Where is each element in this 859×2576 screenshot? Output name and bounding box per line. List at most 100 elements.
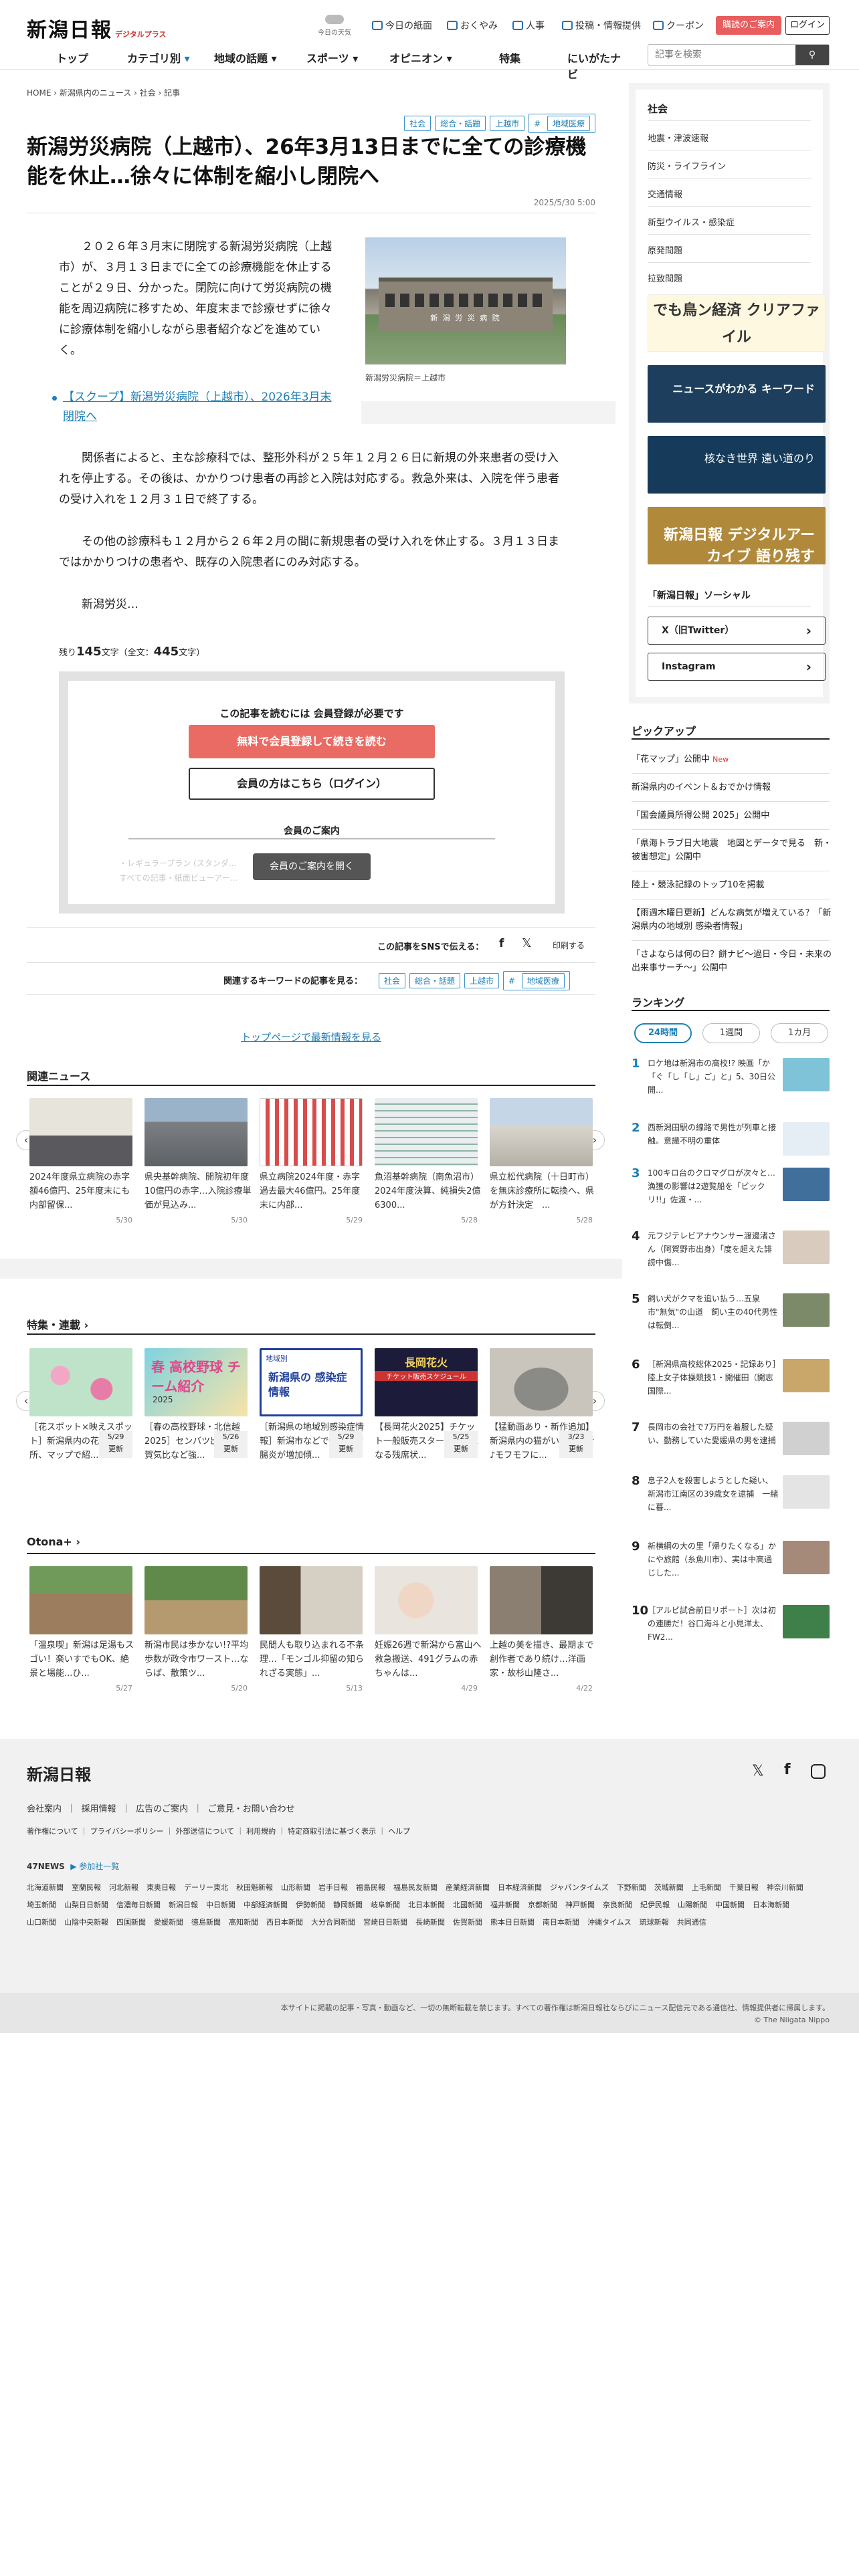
member-paper-link[interactable]: 福島民報 (356, 1879, 385, 1897)
member-paper-link[interactable]: 下野新聞 (617, 1879, 646, 1897)
footer-link[interactable]: 特定商取引法に基づく表示 (288, 1827, 376, 1836)
login-button[interactable]: ログイン (785, 16, 830, 35)
x-twitter-button[interactable]: X（旧Twitter） (648, 617, 826, 645)
tag-medical[interactable]: # 地域医療 (503, 971, 570, 990)
member-paper-link[interactable]: 福島民友新聞 (393, 1879, 438, 1897)
member-paper-link[interactable]: 紀伊民報 (640, 1897, 670, 1914)
tag-joetsu[interactable]: 上越市 (490, 116, 525, 131)
footer-link[interactable]: ヘルプ (388, 1827, 410, 1836)
print-button[interactable]: 印刷する (553, 940, 585, 951)
member-paper-link[interactable]: 高知新聞 (229, 1914, 258, 1931)
member-paper-link[interactable]: 佐賀新聞 (453, 1914, 482, 1931)
banner-keyword[interactable]: ニュースがわかる キーワード (648, 365, 826, 423)
scoop-link[interactable]: 【スクープ】新潟労災病院（上越市）、2026年3月末閉院へ (52, 388, 337, 427)
site-logo[interactable]: 新潟日報 デジタルプラス (27, 13, 167, 43)
nav-sports[interactable]: スポーツ ▾ (306, 49, 358, 66)
sidebar-item-abduction[interactable]: 拉致問題 (648, 272, 682, 284)
member-paper-link[interactable]: 岩手日報 (318, 1879, 348, 1897)
util-obituary[interactable]: おくやみ (447, 19, 498, 32)
features-title[interactable]: 特集・連載 › (27, 1316, 88, 1332)
pickup-item[interactable]: 「県海トラブ日大地震 地図とデータで見る 新・被害想定」公開中 (632, 837, 832, 864)
feature-card[interactable]: 長岡花火 チケット販売スケジュール 【長岡花火2025】チケット一般販売スタート！気… (375, 1348, 482, 1463)
member-paper-link[interactable]: 茨城新聞 (654, 1879, 684, 1897)
member-paper-link[interactable]: 四国新聞 (116, 1914, 146, 1931)
member-paper-link[interactable]: 京都新聞 (528, 1897, 557, 1914)
related-card[interactable]: 県立病院2024年度・赤字過去最大46億円。25年度末に内部... 5/29 (260, 1098, 367, 1224)
ranking-item[interactable]: 6 ［新潟県高校総体2025・記録あり］陸上女子体操競技1・開催田（開志国際... (632, 1358, 832, 1411)
otona-card[interactable]: 新潟市民は歩かない!?平均歩数が政令市ワースト…ならば、散策ツ... 5/20 (145, 1566, 252, 1693)
feature-card[interactable]: 地域別 新潟県の 感染症情報 ［新潟県の地域別感染症情報］新潟市などで感染性胃腸炎が… (260, 1348, 367, 1463)
banner-clearfile[interactable]: でも鳥ン経済 クリアファイル (648, 294, 826, 352)
nav-opinion[interactable]: オピニオン ▾ (389, 49, 452, 66)
footer-link[interactable]: 外部送信について (175, 1827, 234, 1836)
related-card[interactable]: 県央基幹病院、開院初年度10億円の赤字…入院診療単価が見込み... 5/30 (145, 1098, 252, 1224)
member-paper-link[interactable]: 琉球新報 (640, 1914, 669, 1931)
member-paper-link[interactable]: 神奈川新聞 (767, 1879, 803, 1897)
members-link[interactable]: ▶ 参加社一覧 (70, 1862, 119, 1871)
pickup-item[interactable]: 「国会議員所得公開 2025」公開中 (632, 809, 832, 823)
member-paper-link[interactable]: ジャパンタイムズ (550, 1879, 609, 1897)
member-paper-link[interactable]: 千葉日報 (729, 1879, 759, 1897)
ranking-item[interactable]: 9 新横綱の大の里「帰りたくなる」かにや旅館（糸魚川市）、実は中高通じした... (632, 1539, 832, 1593)
sidebar-item-virus[interactable]: 新型ウイルス・感染症 (648, 215, 735, 228)
member-paper-link[interactable]: 神戸新聞 (565, 1897, 595, 1914)
tab-24h[interactable]: 24時間 (634, 1023, 692, 1043)
member-paper-link[interactable]: 信濃毎日新聞 (116, 1897, 161, 1914)
util-personnel[interactable]: 人事 (512, 19, 545, 32)
member-paper-link[interactable]: 伊勢新聞 (296, 1897, 325, 1914)
ranking-item[interactable]: 3 100キロ台のクロマグロが次々と…漁獲の影響は2遊覧船を「ビックリ!!」佐渡・… (632, 1166, 832, 1220)
member-paper-link[interactable]: 埼玉新聞 (27, 1897, 56, 1914)
tag-medical[interactable]: # 地域医療 (529, 114, 595, 133)
member-paper-link[interactable]: 秋田魁新報 (236, 1879, 273, 1897)
footer-link[interactable]: プライバシーポリシー (90, 1827, 164, 1836)
tag-society[interactable]: 社会 (404, 116, 432, 131)
breadcrumb-home[interactable]: HOME (27, 88, 51, 98)
ranking-item[interactable]: 7 長岡市の会社で7万円を着服した疑い、勤務していた愛媛県の男を逮捕 (632, 1420, 832, 1474)
free-register-button[interactable]: 無料で会員登録して続きを読む (189, 725, 435, 758)
util-paper[interactable]: 今日の紙面 (372, 19, 432, 32)
facebook-icon[interactable]: f (784, 1761, 791, 1778)
weather-widget[interactable]: 今日の天気 (314, 15, 355, 37)
instagram-button[interactable]: Instagram (648, 653, 826, 681)
sidebar-item-disaster[interactable]: 防災・ライフライン (648, 159, 726, 172)
member-paper-link[interactable]: 大分合同新聞 (311, 1914, 355, 1931)
instagram-icon[interactable] (811, 1764, 826, 1779)
nav-top[interactable]: トップ (56, 49, 88, 66)
member-paper-link[interactable]: 長崎新聞 (415, 1914, 445, 1931)
footer-link[interactable]: 会社案内 (27, 1804, 62, 1814)
member-paper-link[interactable]: 静岡新聞 (333, 1897, 363, 1914)
member-paper-link[interactable]: デーリー東北 (184, 1879, 228, 1897)
member-paper-link[interactable]: 北日本新聞 (408, 1897, 445, 1914)
sidebar-item-nuclear[interactable]: 原発問題 (648, 243, 682, 256)
member-paper-link[interactable]: 産業経済新聞 (446, 1879, 490, 1897)
member-paper-link[interactable]: 愛媛新聞 (154, 1914, 183, 1931)
breadcrumb-society[interactable]: 社会 (140, 88, 156, 98)
member-paper-link[interactable]: 北國新聞 (453, 1897, 482, 1914)
pickup-item[interactable]: 【雨週木曜日更新】どんな病気が増えている？「新潟県内の地域別 感染者情報」 (632, 907, 832, 934)
otona-title[interactable]: Otona+ › (27, 1535, 80, 1548)
feature-card[interactable]: ［花スポット×映えスポット］新潟県内の花畑や名所、マップで紹... 5/29 更新 (29, 1348, 136, 1463)
tab-1week[interactable]: 1週間 (702, 1023, 760, 1043)
banner-archive[interactable]: 新潟日報 デジタルアーカイブ 語り残す (648, 507, 826, 565)
member-paper-link[interactable]: 西日本新聞 (266, 1914, 303, 1931)
member-paper-link[interactable]: 奈良新聞 (603, 1897, 632, 1914)
member-paper-link[interactable]: 山梨日日新聞 (64, 1897, 108, 1914)
member-paper-link[interactable]: 共同通信 (677, 1914, 706, 1931)
member-paper-link[interactable]: 福井新聞 (490, 1897, 520, 1914)
subscribe-button[interactable]: 購読のご案内 (716, 16, 781, 35)
related-card[interactable]: 魚沼基幹病院（南魚沼市）2024年度決算、純損失2億6300... 5/28 (375, 1098, 482, 1224)
open-guide-button[interactable]: 会員のご案内を開く (253, 853, 371, 880)
nav-region[interactable]: 地域の話題 ▾ (214, 49, 277, 66)
ranking-item[interactable]: 10 ［アルビ試合前日リポート］次は初の連勝だ！谷口海斗と小見洋太、FW2... (632, 1604, 832, 1657)
x-icon[interactable]: 𝕏 (522, 936, 532, 950)
pickup-item[interactable]: 新潟県内のイベント＆おでかけ情報 (632, 781, 832, 794)
banner-nuclear[interactable]: 核なき世界 遠い道のり (648, 436, 826, 494)
member-paper-link[interactable]: 徳島新聞 (191, 1914, 221, 1931)
otona-card[interactable]: 上越の美を描き、最期まで創作者であり続け…洋画家・故杉山隆さ... 4/22 (490, 1566, 597, 1693)
tag-general[interactable]: 総合・話題 (435, 116, 486, 131)
member-paper-link[interactable]: 岐阜新聞 (371, 1897, 400, 1914)
nav-category[interactable]: カテゴリ別 ▾ (127, 49, 190, 66)
member-paper-link[interactable]: 日本経済新聞 (498, 1879, 542, 1897)
sidebar-item-quake[interactable]: 地震・津波速報 (648, 131, 708, 144)
otona-card[interactable]: 妊娠26週で新潟から富山へ救急搬送、491グラムの赤ちゃんは... 4/29 (375, 1566, 482, 1693)
